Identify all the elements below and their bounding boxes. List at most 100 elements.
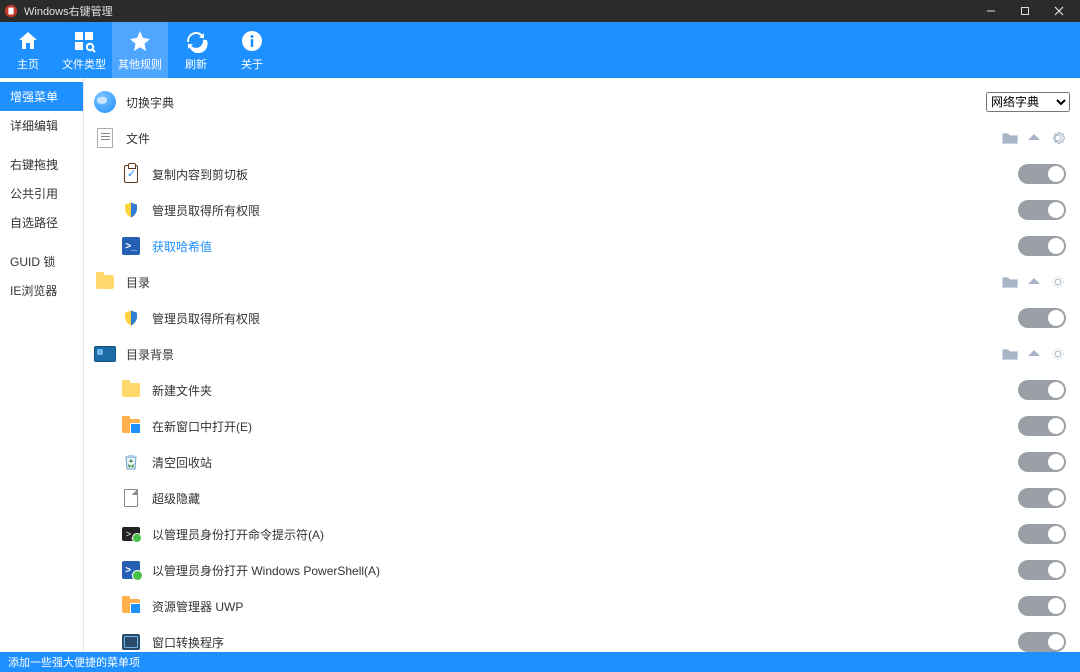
file-item-2[interactable]: >_ 获取哈希值 [88,228,1070,264]
open-folder-icon[interactable] [1002,346,1018,362]
toolbar-otherrules-label: 其他规则 [118,56,162,72]
toolbar-about-label: 关于 [241,56,263,72]
shield-icon [122,201,140,219]
star-icon [128,28,152,54]
close-button[interactable] [1042,0,1076,22]
folder-window-icon [122,597,140,615]
toolbar-filetype-label: 文件类型 [62,56,106,72]
toggle[interactable] [1018,164,1066,184]
toggle[interactable] [1018,524,1066,544]
toggle[interactable] [1018,380,1066,400]
file-item-0[interactable]: 复制内容到剪切板 [88,156,1070,192]
toolbar-refresh-label: 刷新 [185,56,207,72]
dir-item-0-label: 管理员取得所有权限 [152,310,1006,327]
home-icon [16,28,40,54]
file-item-1-label: 管理员取得所有权限 [152,202,1006,219]
dirbg-item-3[interactable]: 超级隐藏 [88,480,1070,516]
toggle[interactable] [1018,488,1066,508]
dict-select[interactable]: 网络字典 [986,92,1070,112]
dirbg-item-2[interactable]: 清空回收站 [88,444,1070,480]
sidebar-item-0[interactable]: 增强菜单 [0,82,83,111]
gear-icon[interactable] [1050,130,1066,146]
info-icon [240,28,264,54]
refresh-icon [184,28,208,54]
sidebar-item-5[interactable]: GUID 锁 [0,247,83,276]
recycle-icon [122,453,140,471]
desktop-icon [94,343,116,365]
document-icon [122,489,140,507]
file-item-2-label: 获取哈希值 [152,238,1006,255]
open-folder-icon[interactable] [1002,130,1018,146]
toggle[interactable] [1018,632,1066,652]
powershell-icon: >_ [122,237,140,255]
toolbar-home[interactable]: 主页 [0,22,56,78]
sidebar-item-2[interactable]: 右键拖拽 [0,150,83,179]
gear-icon[interactable] [1050,346,1066,362]
section-dirbg-label: 目录背景 [126,346,992,363]
minimize-button[interactable] [974,0,1008,22]
section-file: 文件 [88,120,1070,156]
dirbg-item-4-label: 以管理员身份打开命令提示符(A) [152,526,1006,543]
toggle[interactable] [1018,308,1066,328]
toggle[interactable] [1018,236,1066,256]
file-item-1[interactable]: 管理员取得所有权限 [88,192,1070,228]
open-folder-icon[interactable] [1002,274,1018,290]
dirbg-item-6-label: 资源管理器 UWP [152,598,1006,615]
toolbar-otherrules[interactable]: 其他规则 [112,22,168,78]
collapse-icon[interactable] [1026,346,1042,362]
document-icon [94,127,116,149]
dir-item-0[interactable]: 管理员取得所有权限 [88,300,1070,336]
dirbg-item-5-label: 以管理员身份打开 Windows PowerShell(A) [152,562,1006,579]
filetype-icon [72,28,96,54]
maximize-button[interactable] [1008,0,1042,22]
app-icon [4,4,18,18]
cmd-admin-icon: >_ [122,525,140,543]
toggle[interactable] [1018,200,1066,220]
statusbar-text: 添加一些强大便捷的菜单项 [8,654,140,670]
main-content: 切换字典 网络字典 文件 复制内容到剪切板 管理员取得所有权限 [84,78,1080,652]
dirbg-item-5[interactable]: >_ 以管理员身份打开 Windows PowerShell(A) [88,552,1070,588]
sidebar-item-1[interactable]: 详细编辑 [0,111,83,140]
dirbg-item-7-label: 窗口转换程序 [152,634,1006,651]
switch-dict-label: 切换字典 [126,94,976,111]
statusbar: 添加一些强大便捷的菜单项 [0,652,1080,672]
window-title: Windows右键管理 [24,3,974,19]
toolbar-about[interactable]: 关于 [224,22,280,78]
dirbg-item-6[interactable]: 资源管理器 UWP [88,588,1070,624]
window-controls [974,0,1076,22]
folder-window-icon [122,417,140,435]
clipboard-icon [122,165,140,183]
section-dir-label: 目录 [126,274,992,291]
sidebar-item-3[interactable]: 公共引用 [0,179,83,208]
folder-icon [122,381,140,399]
sidebar: 增强菜单 详细编辑 右键拖拽 公共引用 自选路径 GUID 锁 IE浏览器 [0,78,84,652]
dirbg-item-2-label: 清空回收站 [152,454,1006,471]
dirbg-item-4[interactable]: >_ 以管理员身份打开命令提示符(A) [88,516,1070,552]
sidebar-item-6[interactable]: IE浏览器 [0,276,83,305]
globe-icon [94,91,116,113]
collapse-icon[interactable] [1026,274,1042,290]
toggle[interactable] [1018,560,1066,580]
collapse-icon[interactable] [1026,130,1042,146]
dirbg-item-7[interactable]: 窗口转换程序 [88,624,1070,652]
toggle[interactable] [1018,452,1066,472]
toolbar-filetype[interactable]: 文件类型 [56,22,112,78]
dirbg-item-1[interactable]: 在新窗口中打开(E) [88,408,1070,444]
shield-icon [122,309,140,327]
folder-icon [94,271,116,293]
toolbar-refresh[interactable]: 刷新 [168,22,224,78]
toolbar-home-label: 主页 [17,56,39,72]
toggle[interactable] [1018,596,1066,616]
section-file-label: 文件 [126,130,992,147]
dirbg-item-0-label: 新建文件夹 [152,382,1006,399]
titlebar: Windows右键管理 [0,0,1080,22]
section-dirbg: 目录背景 [88,336,1070,372]
dirbg-item-1-label: 在新窗口中打开(E) [152,418,1006,435]
toggle[interactable] [1018,416,1066,436]
gear-icon[interactable] [1050,274,1066,290]
dirbg-item-0[interactable]: 新建文件夹 [88,372,1070,408]
powershell-admin-icon: >_ [122,561,140,579]
sidebar-item-4[interactable]: 自选路径 [0,208,83,237]
file-item-0-label: 复制内容到剪切板 [152,166,1006,183]
process-icon [122,633,140,651]
